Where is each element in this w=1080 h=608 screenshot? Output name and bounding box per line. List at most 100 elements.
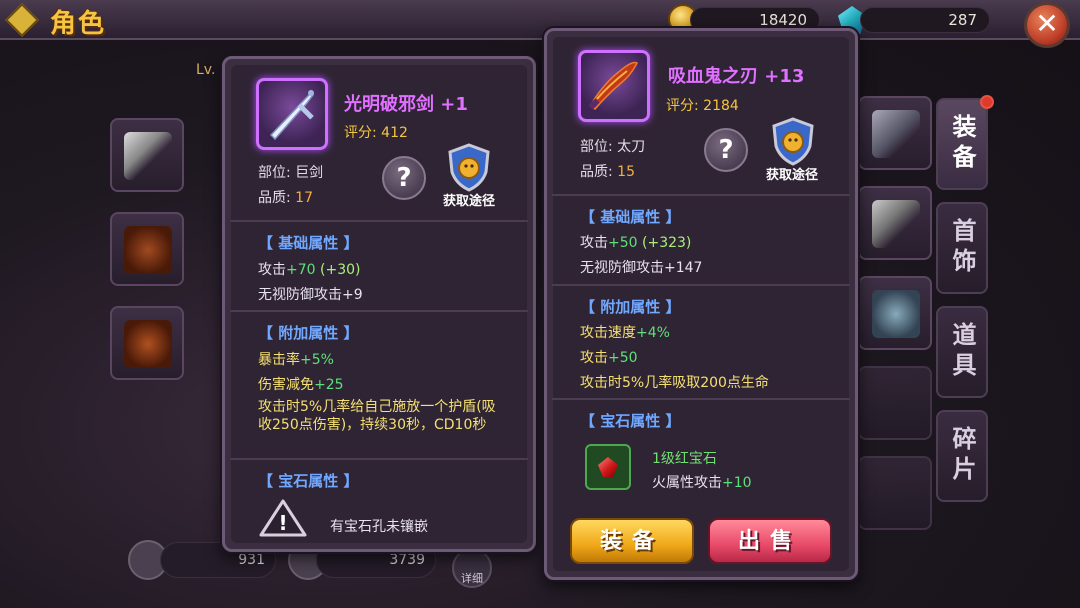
item-icon-right xyxy=(578,50,650,122)
quality-label: 品质: xyxy=(258,190,291,206)
lion-shield-icon xyxy=(772,117,814,166)
attack-stat-value: 931 xyxy=(238,552,265,568)
item-enhance-level: +1 xyxy=(440,94,468,115)
attr-crit-rate: 暴击率+5% xyxy=(258,349,334,369)
slot-value: 太刀 xyxy=(617,139,646,155)
attr-attack: 攻击+50 (+323) xyxy=(580,232,691,252)
slot-value: 巨剑 xyxy=(295,165,324,181)
equip-slot-right-5[interactable] xyxy=(858,456,932,530)
quality-info-right: 品质: 15 xyxy=(580,161,635,181)
screen-title: 角色 xyxy=(50,9,107,39)
source-label[interactable]: 获取途径 xyxy=(443,190,495,209)
gem-attr-title: 【 宝石属性 】 xyxy=(580,412,681,430)
slot-info-left: 部位: 巨剑 xyxy=(258,162,323,182)
tab-fragments[interactable]: 碎片 xyxy=(936,410,988,502)
lion-shield-icon xyxy=(448,143,490,192)
item-enhance-level: +13 xyxy=(764,66,805,87)
attr-value: +4% xyxy=(636,325,670,341)
rating-left: 评分: 412 xyxy=(344,122,408,142)
attr-label: 攻击速度 xyxy=(580,325,636,341)
attr-ignore-defense: 无视防御攻击+9 xyxy=(258,287,363,303)
gem-slot[interactable] xyxy=(585,444,631,490)
attr-bonus: (+323) xyxy=(642,235,692,251)
hammer-icon xyxy=(872,110,920,158)
item-name-text: 光明破邪剑 xyxy=(344,94,434,115)
gem-amount: 287 xyxy=(948,11,977,29)
item-icon-left xyxy=(256,78,328,150)
equip-slot-right-2[interactable] xyxy=(858,186,932,260)
attr-bonus: (+30) xyxy=(320,262,361,278)
warning-symbol: ! xyxy=(278,511,287,535)
greatsword-icon xyxy=(269,90,314,141)
gem-empty-text: 有宝石孔未镶嵌 xyxy=(330,519,428,535)
basic-attr-title: 【 基础属性 】 xyxy=(258,234,359,252)
item-name-left: 光明破邪剑 +1 xyxy=(344,90,468,116)
detail-button[interactable]: 详细 xyxy=(452,548,492,588)
tab-accessories[interactable]: 首饰 xyxy=(936,202,988,294)
armor-icon xyxy=(872,290,920,338)
warning-triangle-icon: ! xyxy=(259,499,307,537)
source-shield-icon[interactable] xyxy=(446,142,492,192)
attr-label: 火属性攻击 xyxy=(652,475,722,491)
quality-value: 17 xyxy=(295,190,313,206)
attr-value: +25 xyxy=(314,377,344,393)
quality-value: 15 xyxy=(617,164,635,180)
extra-attr-title: 【 附加属性 】 xyxy=(580,298,681,316)
attr-label: 暴击率 xyxy=(258,352,300,368)
vampire-blade-icon xyxy=(588,61,639,111)
divider xyxy=(230,310,528,312)
armor-icon xyxy=(124,226,172,274)
help-button[interactable]: ? xyxy=(382,156,426,200)
attr-ignore-defense: 无视防御攻击+147 xyxy=(580,260,703,276)
equip-slot-right-1[interactable] xyxy=(858,96,932,170)
divider xyxy=(552,398,850,400)
slot-info-right: 部位: 太刀 xyxy=(580,136,645,156)
attr-attack-speed: 攻击速度+4% xyxy=(580,322,670,342)
tab-equipment[interactable]: 装备 xyxy=(936,98,988,190)
attr-label: 攻击 xyxy=(580,350,608,366)
notification-dot xyxy=(980,95,994,109)
attr-damage-reduction: 伤害减免+25 xyxy=(258,374,344,394)
equip-slot-right-3[interactable] xyxy=(858,276,932,350)
help-button[interactable]: ? xyxy=(704,128,748,172)
rating-right: 评分: 2184 xyxy=(666,95,739,115)
gem-attr-title: 【 宝石属性 】 xyxy=(258,472,359,490)
rating-value: 2184 xyxy=(703,98,739,114)
equip-button[interactable]: 装备 xyxy=(570,518,694,564)
attr-value: +70 xyxy=(286,262,316,278)
gem-attr: 火属性攻击+10 xyxy=(652,472,752,492)
quality-label: 品质: xyxy=(580,164,613,180)
equip-slot-armor-2[interactable] xyxy=(110,306,184,380)
item-name-right: 吸血鬼之刃 +13 xyxy=(668,62,804,88)
equip-slot-weapon[interactable] xyxy=(110,118,184,192)
attr-value: +10 xyxy=(722,475,752,491)
extra-attr-title: 【 附加属性 】 xyxy=(258,324,359,342)
equip-slot-right-4[interactable] xyxy=(858,366,932,440)
rating-label: 评分: xyxy=(344,125,377,141)
slot-label: 部位: xyxy=(580,139,613,155)
close-button[interactable]: ✕ xyxy=(1024,2,1070,48)
sell-button[interactable]: 出售 xyxy=(708,518,832,564)
gem-name: 1级红宝石 xyxy=(652,451,717,467)
attr-lifesteal: 攻击时5%几率吸取200点生命 xyxy=(580,375,769,391)
source-shield-icon[interactable] xyxy=(770,116,816,166)
sword-icon xyxy=(124,132,172,180)
quality-info-left: 品质: 17 xyxy=(258,187,313,207)
attr-value: +5% xyxy=(300,352,334,368)
level-label: Lv. xyxy=(196,62,216,78)
attr-value: +50 xyxy=(608,235,638,251)
red-gem-icon xyxy=(598,457,618,477)
equip-slot-armor[interactable] xyxy=(110,212,184,286)
divider xyxy=(230,220,528,222)
tab-items[interactable]: 道具 xyxy=(936,306,988,398)
gem-counter: 287 xyxy=(860,7,990,33)
warning-icon: ! xyxy=(258,498,308,538)
defense-stat-value: 3739 xyxy=(389,552,425,568)
back-diamond-icon[interactable] xyxy=(5,3,39,37)
rating-label: 评分: xyxy=(666,98,699,114)
armor-icon xyxy=(124,320,172,368)
source-label[interactable]: 获取途径 xyxy=(766,164,818,183)
attr-label: 伤害减免 xyxy=(258,377,314,393)
item-name-text: 吸血鬼之刃 xyxy=(668,66,758,87)
divider xyxy=(552,284,850,286)
